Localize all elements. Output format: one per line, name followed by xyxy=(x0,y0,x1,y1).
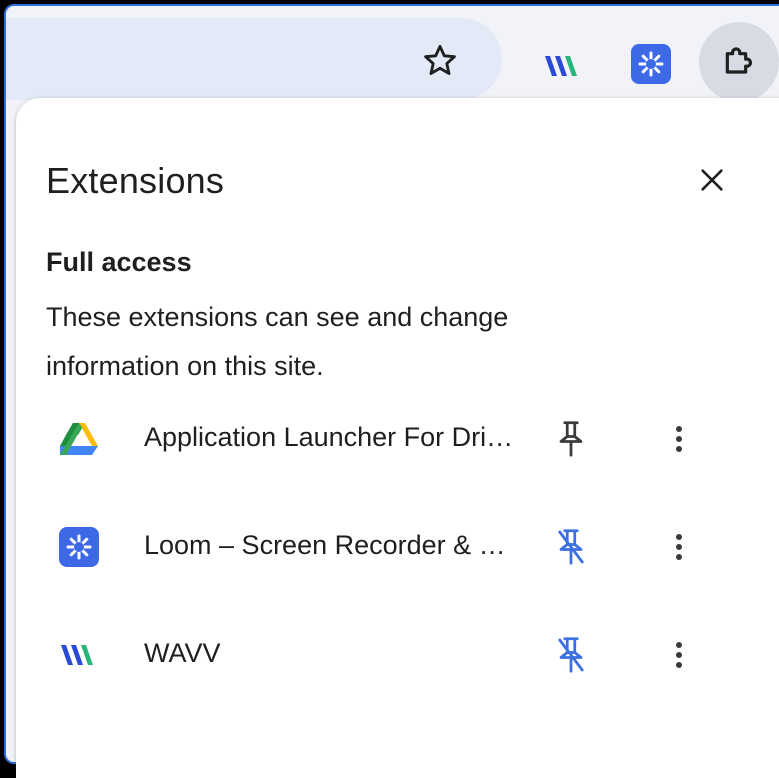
puzzle-piece-icon xyxy=(725,47,752,74)
more-vert-icon xyxy=(676,534,682,560)
extensions-menu-button[interactable] xyxy=(699,22,779,102)
wavv-logo-icon xyxy=(56,632,102,678)
panel-title: Extensions xyxy=(46,160,225,201)
close-button[interactable] xyxy=(690,158,734,202)
more-options-button[interactable] xyxy=(654,414,704,464)
extension-row[interactable]: Loom – Screen Recorder & Screen Capture xyxy=(16,502,776,592)
extension-name: Application Launcher For Drive (by Googl… xyxy=(144,422,516,452)
more-vert-icon xyxy=(676,426,682,452)
close-icon xyxy=(701,169,723,191)
loom-logo-icon xyxy=(56,524,102,570)
more-vert-icon xyxy=(676,642,682,668)
bookmark-star-button[interactable] xyxy=(418,39,462,83)
unpinned-icon xyxy=(558,529,584,565)
pin-button[interactable] xyxy=(546,630,596,680)
pin-button[interactable] xyxy=(546,414,596,464)
extension-row[interactable]: Application Launcher For Drive (by Googl… xyxy=(16,394,776,484)
wavv-logo-icon xyxy=(545,56,577,76)
pin-icon xyxy=(559,421,583,457)
extension-name: Loom – Screen Recorder & Screen Capture xyxy=(144,530,516,560)
extension-row[interactable]: WAVV xyxy=(16,610,776,700)
google-drive-icon xyxy=(56,416,102,462)
section-description: These extensions can see and change info… xyxy=(46,302,509,381)
loom-toolbar-button[interactable] xyxy=(631,44,671,84)
unpinned-icon xyxy=(558,637,584,673)
wavv-toolbar-button[interactable] xyxy=(541,44,585,88)
more-options-button[interactable] xyxy=(654,630,704,680)
loom-logo-icon xyxy=(631,44,671,84)
extension-name: WAVV xyxy=(144,638,221,668)
more-options-button[interactable] xyxy=(654,522,704,572)
section-heading: Full access xyxy=(46,247,192,277)
pin-button[interactable] xyxy=(546,522,596,572)
star-outline-icon xyxy=(424,45,456,75)
